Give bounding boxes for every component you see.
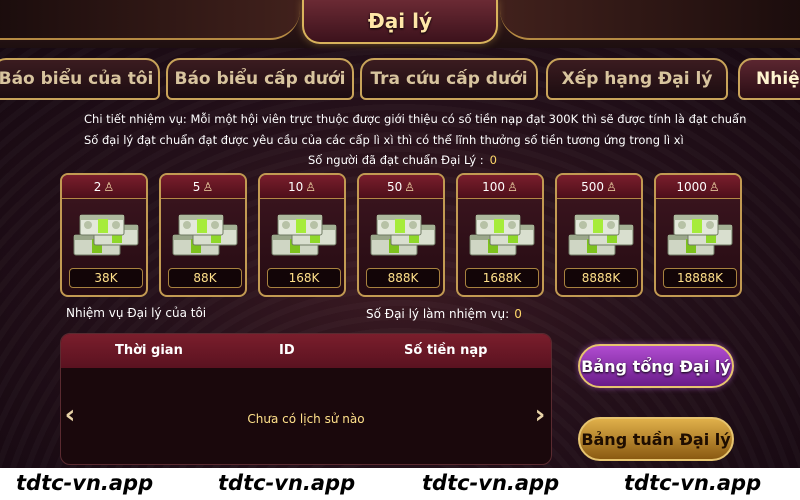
watermark-text: tdtc-vn.app (218, 471, 356, 495)
cash-stack-icon (268, 205, 340, 265)
tab-subordinate-lookup-label: Tra cứu cấp dưới (370, 69, 528, 89)
tab-subordinate-lookup[interactable]: Tra cứu cấp dưới (360, 58, 538, 100)
reward-amount: 1688K (465, 268, 539, 288)
chevron-right-icon[interactable]: › (532, 400, 548, 430)
required-agents-count: 100 (482, 179, 506, 194)
table-header: Thời gian ID Số tiền nạp (61, 334, 551, 368)
empty-history-message: Chưa có lịch sử nào (247, 412, 365, 426)
required-agents-count: 50 (386, 179, 403, 194)
qualified-agents-label: Số người đã đạt chuẩn Đại Lý : (308, 153, 484, 167)
reward-card-header: 10 ♙ (260, 175, 344, 199)
cash-stack-icon (169, 205, 241, 265)
reward-card-header: 1000 ♙ (656, 175, 740, 199)
cash-stack-icon (664, 205, 736, 265)
qualified-agents-line: Số người đã đạt chuẩn Đại Lý : 0 (308, 153, 497, 167)
tab-mission[interactable]: Nhiệ (738, 58, 800, 100)
cash-stack-icon (70, 205, 142, 265)
tab-subordinate-report-label: Báo biểu cấp dưới (174, 69, 346, 89)
reward-amount: 88K (168, 268, 242, 288)
required-agents-count: 500 (581, 179, 605, 194)
mission-rule-text: Số đại lý đạt chuẩn đạt được yêu cầu của… (84, 133, 684, 147)
person-icon: ♙ (708, 179, 720, 194)
person-icon: ♙ (103, 179, 115, 194)
chevron-left-icon[interactable]: ‹ (62, 400, 78, 430)
history-table: Thời gian ID Số tiền nạp Chưa có lịch sử… (60, 333, 552, 465)
mission-count-line: Số Đại lý làm nhiệm vụ: 0 (366, 307, 522, 321)
watermark-strip: tdtc-vn.app tdtc-vn.app tdtc-vn.app tdtc… (0, 468, 800, 500)
reward-card-header: 50 ♙ (359, 175, 443, 199)
column-deposit: Số tiền nạp (404, 343, 488, 358)
tab-my-report[interactable]: Báo biểu của tôi (0, 58, 160, 100)
cash-stack-icon (565, 205, 637, 265)
person-icon: ♙ (606, 179, 617, 194)
header-left-wing (0, 0, 300, 40)
total-ranking-label: Bảng tổng Đại lý (581, 356, 731, 376)
qualified-agents-count: 0 (489, 153, 497, 167)
person-icon: ♙ (202, 179, 214, 194)
person-icon: ♙ (305, 179, 317, 194)
reward-amount: 888K (366, 268, 440, 288)
required-agents-count: 10 (287, 179, 304, 194)
tab-subordinate-report[interactable]: Báo biểu cấp dưới (166, 58, 354, 100)
required-agents-count: 1000 (676, 179, 707, 194)
mission-count-value: 0 (514, 307, 522, 321)
reward-card[interactable]: 100 ♙ 1688K (456, 173, 544, 297)
reward-card[interactable]: 2 ♙ 38K (60, 173, 148, 297)
reward-card[interactable]: 500 ♙ 8888K (555, 173, 643, 297)
reward-card[interactable]: 5 ♙ 88K (159, 173, 247, 297)
reward-card-header: 5 ♙ (161, 175, 245, 199)
reward-card-header: 2 ♙ (62, 175, 146, 199)
column-time: Thời gian (115, 343, 183, 358)
reward-card-header: 500 ♙ (557, 175, 641, 199)
reward-amount: 38K (69, 268, 143, 288)
header-right-wing (500, 0, 800, 40)
watermark-text: tdtc-vn.app (422, 471, 560, 495)
reward-card[interactable]: 10 ♙ 168K (258, 173, 346, 297)
tab-mission-label: Nhiệ (756, 69, 800, 89)
tab-agent-ranking-label: Xếp hạng Đại lý (561, 69, 713, 89)
reward-card[interactable]: 1000 ♙ 18888K (654, 173, 742, 297)
weekly-ranking-button[interactable]: Bảng tuần Đại lý (578, 417, 734, 461)
agent-screen: Đại lý Báo biểu của tôi Báo biểu cấp dướ… (0, 0, 800, 500)
required-agents-count: 5 (192, 179, 201, 194)
reward-amount: 18888K (663, 268, 737, 288)
my-mission-label: Nhiệm vụ Đại lý của tôi (66, 306, 207, 320)
reward-card[interactable]: 50 ♙ 888K (357, 173, 445, 297)
tab-my-report-label: Báo biểu của tôi (0, 69, 154, 89)
person-icon: ♙ (507, 179, 518, 194)
mission-detail-text: Chi tiết nhiệm vụ: Mỗi một hội viên trực… (84, 112, 747, 126)
column-id: ID (279, 343, 295, 358)
total-ranking-button[interactable]: Bảng tổng Đại lý (578, 344, 734, 388)
person-icon: ♙ (404, 179, 416, 194)
watermark-text: tdtc-vn.app (624, 471, 762, 495)
mission-count-label: Số Đại lý làm nhiệm vụ: (366, 307, 510, 321)
title-plate: Đại lý (302, 0, 498, 44)
cash-stack-icon (466, 205, 538, 265)
reward-card-header: 100 ♙ (458, 175, 542, 199)
weekly-ranking-label: Bảng tuần Đại lý (581, 429, 731, 449)
required-agents-count: 2 (93, 179, 102, 194)
tab-agent-ranking[interactable]: Xếp hạng Đại lý (546, 58, 728, 100)
watermark-text: tdtc-vn.app (16, 471, 154, 495)
cash-stack-icon (367, 205, 439, 265)
reward-amount: 168K (267, 268, 341, 288)
page-title: Đại lý (368, 9, 432, 33)
reward-amount: 8888K (564, 268, 638, 288)
